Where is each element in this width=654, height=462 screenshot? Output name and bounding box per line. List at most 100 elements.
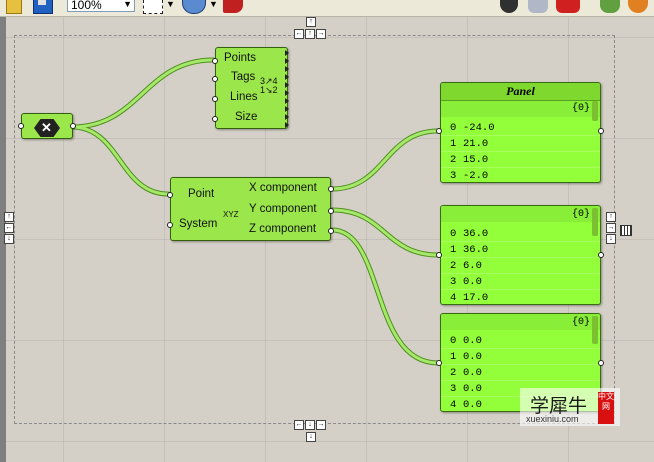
input-label-lines: Lines (230, 91, 258, 103)
scroll-right-button[interactable]: → (606, 223, 616, 233)
scroll-up-button[interactable]: ↑ (305, 29, 315, 39)
input-label-size: Size (235, 111, 258, 123)
sketch-icon[interactable] (143, 0, 163, 14)
open-icon[interactable] (6, 0, 22, 14)
input-port[interactable] (18, 123, 24, 129)
zoom-value: 100% (71, 0, 102, 12)
nav-right: ↑ → ↓ (606, 212, 616, 244)
input-label-tags: Tags (231, 71, 256, 83)
panel-scrollbar[interactable] (592, 101, 598, 121)
grasshopper-hex-icon (34, 119, 60, 137)
watermark: 学犀牛 xuexiniu.com 中文网 (520, 388, 620, 426)
input-port-tags[interactable] (212, 76, 218, 82)
chevron-down-icon: ▼ (123, 0, 132, 9)
panel-input-port[interactable] (436, 252, 442, 258)
panel-output-port[interactable] (598, 128, 604, 134)
scroll-left-button[interactable]: ← (294, 29, 304, 39)
list-item: 3 0.0 (441, 274, 600, 290)
panel-path: {0} (571, 209, 590, 220)
panel-input-port[interactable] (436, 360, 442, 366)
list-item: 2 6.0 (441, 258, 600, 274)
list-item: 0 36.0 (441, 226, 600, 242)
input-port-point[interactable] (167, 192, 173, 198)
bake-icon[interactable] (556, 0, 580, 13)
list-item: 1 36.0 (441, 242, 600, 258)
output-port-y[interactable] (328, 208, 334, 214)
scroll-down-button[interactable]: ↓ (4, 234, 14, 244)
wire-icon[interactable] (528, 0, 548, 13)
scroll-left-button[interactable]: ← (4, 223, 14, 233)
watermark-url: xuexiniu.com (526, 414, 579, 424)
output-marker-icon (285, 90, 289, 96)
xyz-glyph-icon: XYZ (223, 210, 239, 219)
panel-path: {0} (571, 317, 590, 328)
output-label-x: X component (249, 182, 317, 194)
panel-path: {0} (571, 103, 590, 114)
brush-icon[interactable] (223, 0, 243, 13)
input-label-system: System (179, 218, 218, 230)
scroll-up-button[interactable]: ↑ (4, 212, 14, 222)
tag-glyph-icon: 3↗4 1↘2 (260, 76, 278, 95)
save-icon[interactable] (33, 0, 53, 14)
deconstruct-point-component[interactable]: Point System XYZ X component Y component… (167, 177, 334, 241)
list-item: 2 15.0 (441, 152, 600, 168)
output-marker-icon (285, 50, 289, 56)
scroll-down-button[interactable]: ↓ (306, 432, 316, 442)
zoom-select[interactable]: 100% ▼ (67, 0, 135, 12)
panel-x-values[interactable]: Panel {0} 0 -24.0 1 21.0 2 15.0 3 -2.0 (440, 82, 601, 183)
output-marker-icon (285, 114, 289, 120)
input-label-points: Points (224, 52, 256, 64)
scroll-down-button[interactable]: ↓ (305, 420, 315, 430)
scroll-down-button[interactable]: ↓ (606, 234, 616, 244)
list-item: 1 0.0 (441, 349, 600, 365)
output-port-x[interactable] (328, 186, 334, 192)
output-marker-icon (285, 58, 289, 64)
list-item: 0 -24.0 (441, 120, 600, 136)
list-item: 4 17.0 (441, 290, 600, 304)
output-port[interactable] (70, 123, 76, 129)
list-item: 1 21.0 (441, 136, 600, 152)
panel-title: Panel (441, 83, 600, 101)
output-marker-icon (285, 106, 289, 112)
nav-bottom: ↓ (306, 432, 316, 442)
toolbar: 100% ▼ ▼ ▼ (0, 0, 654, 17)
output-marker-icon (285, 74, 289, 80)
panel-y-values[interactable]: {0} 0 36.0 1 36.0 2 6.0 3 0.0 4 17.0 (440, 205, 601, 305)
nav-left: ↑ ← ↓ (4, 212, 14, 244)
output-marker-icon (285, 66, 289, 72)
panel-input-port[interactable] (436, 128, 442, 134)
input-port-lines[interactable] (212, 96, 218, 102)
list-item: 2 0.0 (441, 365, 600, 381)
list-item: 0 0.0 (441, 333, 600, 349)
preview-eye-icon[interactable] (182, 0, 206, 14)
list-item: 3 -2.0 (441, 168, 600, 182)
render-icon[interactable] (600, 0, 620, 13)
color-icon[interactable] (628, 0, 648, 13)
scroll-up-button[interactable]: ↑ (306, 17, 316, 27)
panel-output-port[interactable] (598, 252, 604, 258)
input-label-point: Point (188, 188, 215, 200)
output-label-y: Y component (249, 203, 317, 215)
input-port-system[interactable] (167, 222, 173, 228)
output-marker-icon (285, 82, 289, 88)
panel-output-port[interactable] (598, 360, 604, 366)
nav-bottom-row: ← ↓ → (294, 420, 326, 430)
tag-component[interactable]: Points Tags Lines Size 3↗4 1↘2 (212, 47, 289, 129)
chevron-down-icon[interactable]: ▼ (209, 0, 218, 9)
shaded-preview-icon[interactable] (500, 0, 518, 13)
output-label-z: Z component (249, 223, 317, 235)
output-port-z[interactable] (328, 228, 334, 234)
input-port-size[interactable] (212, 116, 218, 122)
geometry-param-component[interactable] (18, 113, 76, 139)
scroll-right-button[interactable]: → (316, 420, 326, 430)
chevron-down-icon[interactable]: ▼ (166, 0, 175, 9)
panel-grip-icon[interactable] (620, 225, 632, 236)
output-marker-icon (285, 98, 289, 104)
scroll-up-button[interactable]: ↑ (606, 212, 616, 222)
nav-top-row: ← ↑ → (294, 29, 326, 39)
scroll-right-button[interactable]: → (316, 29, 326, 39)
output-marker-icon (285, 122, 289, 128)
watermark-badge: 中文网 (598, 392, 614, 424)
scroll-left-button[interactable]: ← (294, 420, 304, 430)
input-port-points[interactable] (212, 58, 218, 64)
